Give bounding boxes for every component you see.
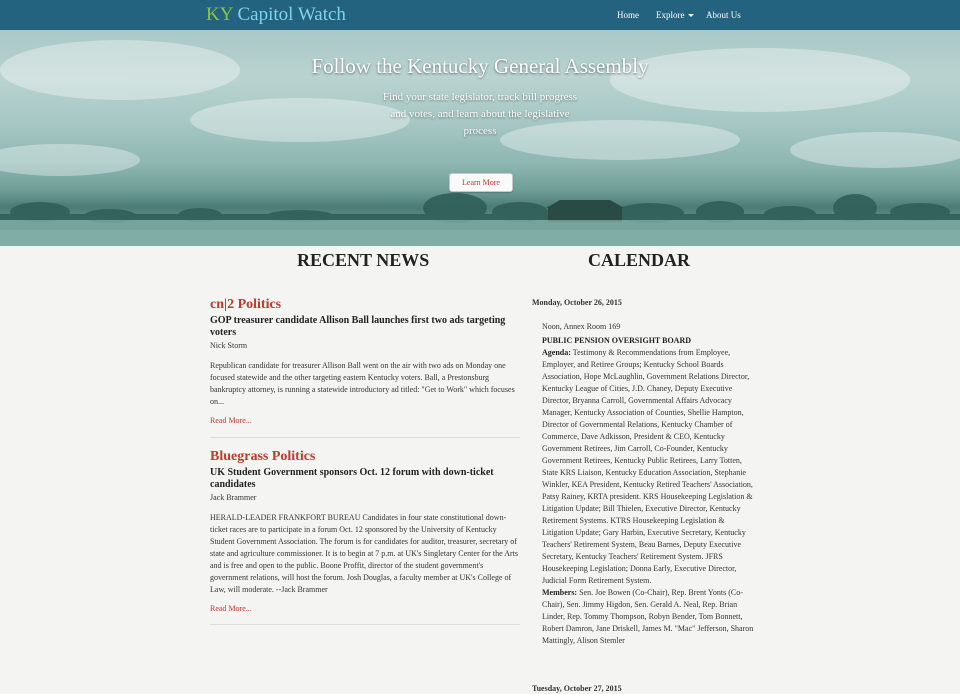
learn-more-button[interactable]: Learn More bbox=[449, 173, 513, 192]
caret-down-icon bbox=[687, 14, 694, 18]
agenda-label: Agenda: bbox=[542, 348, 571, 357]
members-label: Members: bbox=[542, 588, 578, 597]
news-author: Nick Storm bbox=[210, 341, 248, 350]
news-excerpt: Republican candidate for treasurer Allis… bbox=[210, 361, 515, 406]
nav-explore-dropdown[interactable]: Explore bbox=[656, 9, 694, 21]
news-headline-link[interactable]: UK Student Government sponsors Oct. 12 f… bbox=[210, 467, 520, 491]
news-item: Bluegrass Politics UK Student Government… bbox=[210, 448, 520, 614]
hero-banner: Follow the Kentucky General Assembly Fin… bbox=[0, 30, 960, 246]
news-excerpt: HERALD-LEADER FRANKFORT BUREAU Candidate… bbox=[210, 513, 519, 594]
event-agenda: Agenda: Testimony & Recommendations from… bbox=[542, 347, 756, 587]
news-item: cn|2 Politics GOP treasurer candidate Al… bbox=[210, 296, 520, 426]
brand-name: Capitol Watch bbox=[237, 4, 346, 25]
event-title: PUBLIC PENSION OVERSIGHT BOARD bbox=[542, 336, 691, 345]
read-more-link[interactable]: Read More... bbox=[210, 415, 520, 426]
event-time-location: Noon, Annex Room 169 bbox=[542, 322, 621, 331]
read-more-link[interactable]: Read More... bbox=[210, 603, 520, 614]
hero-title: Follow the Kentucky General Assembly bbox=[311, 54, 649, 78]
brand-logo-link[interactable]: KY Capitol Watch bbox=[206, 3, 346, 27]
navbar: KY Capitol Watch Home Explore About Us bbox=[0, 0, 960, 31]
hero-subtitle: Find your state legislator, track bill p… bbox=[382, 91, 578, 137]
calendar-heading: CALENDAR bbox=[588, 250, 691, 270]
calendar-date-heading: Tuesday, October 27, 2015 bbox=[532, 684, 622, 693]
news-divider bbox=[210, 437, 520, 438]
news-divider bbox=[210, 624, 520, 625]
nav-about-link[interactable]: About Us bbox=[706, 9, 741, 21]
nav-explore-label: Explore bbox=[656, 10, 685, 20]
news-source-link[interactable]: cn|2 Politics bbox=[210, 296, 520, 313]
agenda-text: Testimony & Recommendations from Employe… bbox=[542, 348, 753, 585]
nav-home-link[interactable]: Home bbox=[617, 9, 639, 21]
news-headline-link[interactable]: GOP treasurer candidate Allison Ball lau… bbox=[210, 315, 520, 339]
calendar-date-heading: Monday, October 26, 2015 bbox=[532, 298, 622, 307]
news-source-link[interactable]: Bluegrass Politics bbox=[210, 448, 520, 465]
brand-ky: KY bbox=[206, 4, 233, 25]
news-author: Jack Brammer bbox=[210, 493, 257, 502]
event-members: Members: Sen. Joe Bowen (Co-Chair), Rep.… bbox=[542, 587, 756, 647]
recent-news-heading: RECENT NEWS bbox=[297, 250, 430, 270]
calendar-event: Noon, Annex Room 169 PUBLIC PENSION OVER… bbox=[542, 321, 756, 647]
